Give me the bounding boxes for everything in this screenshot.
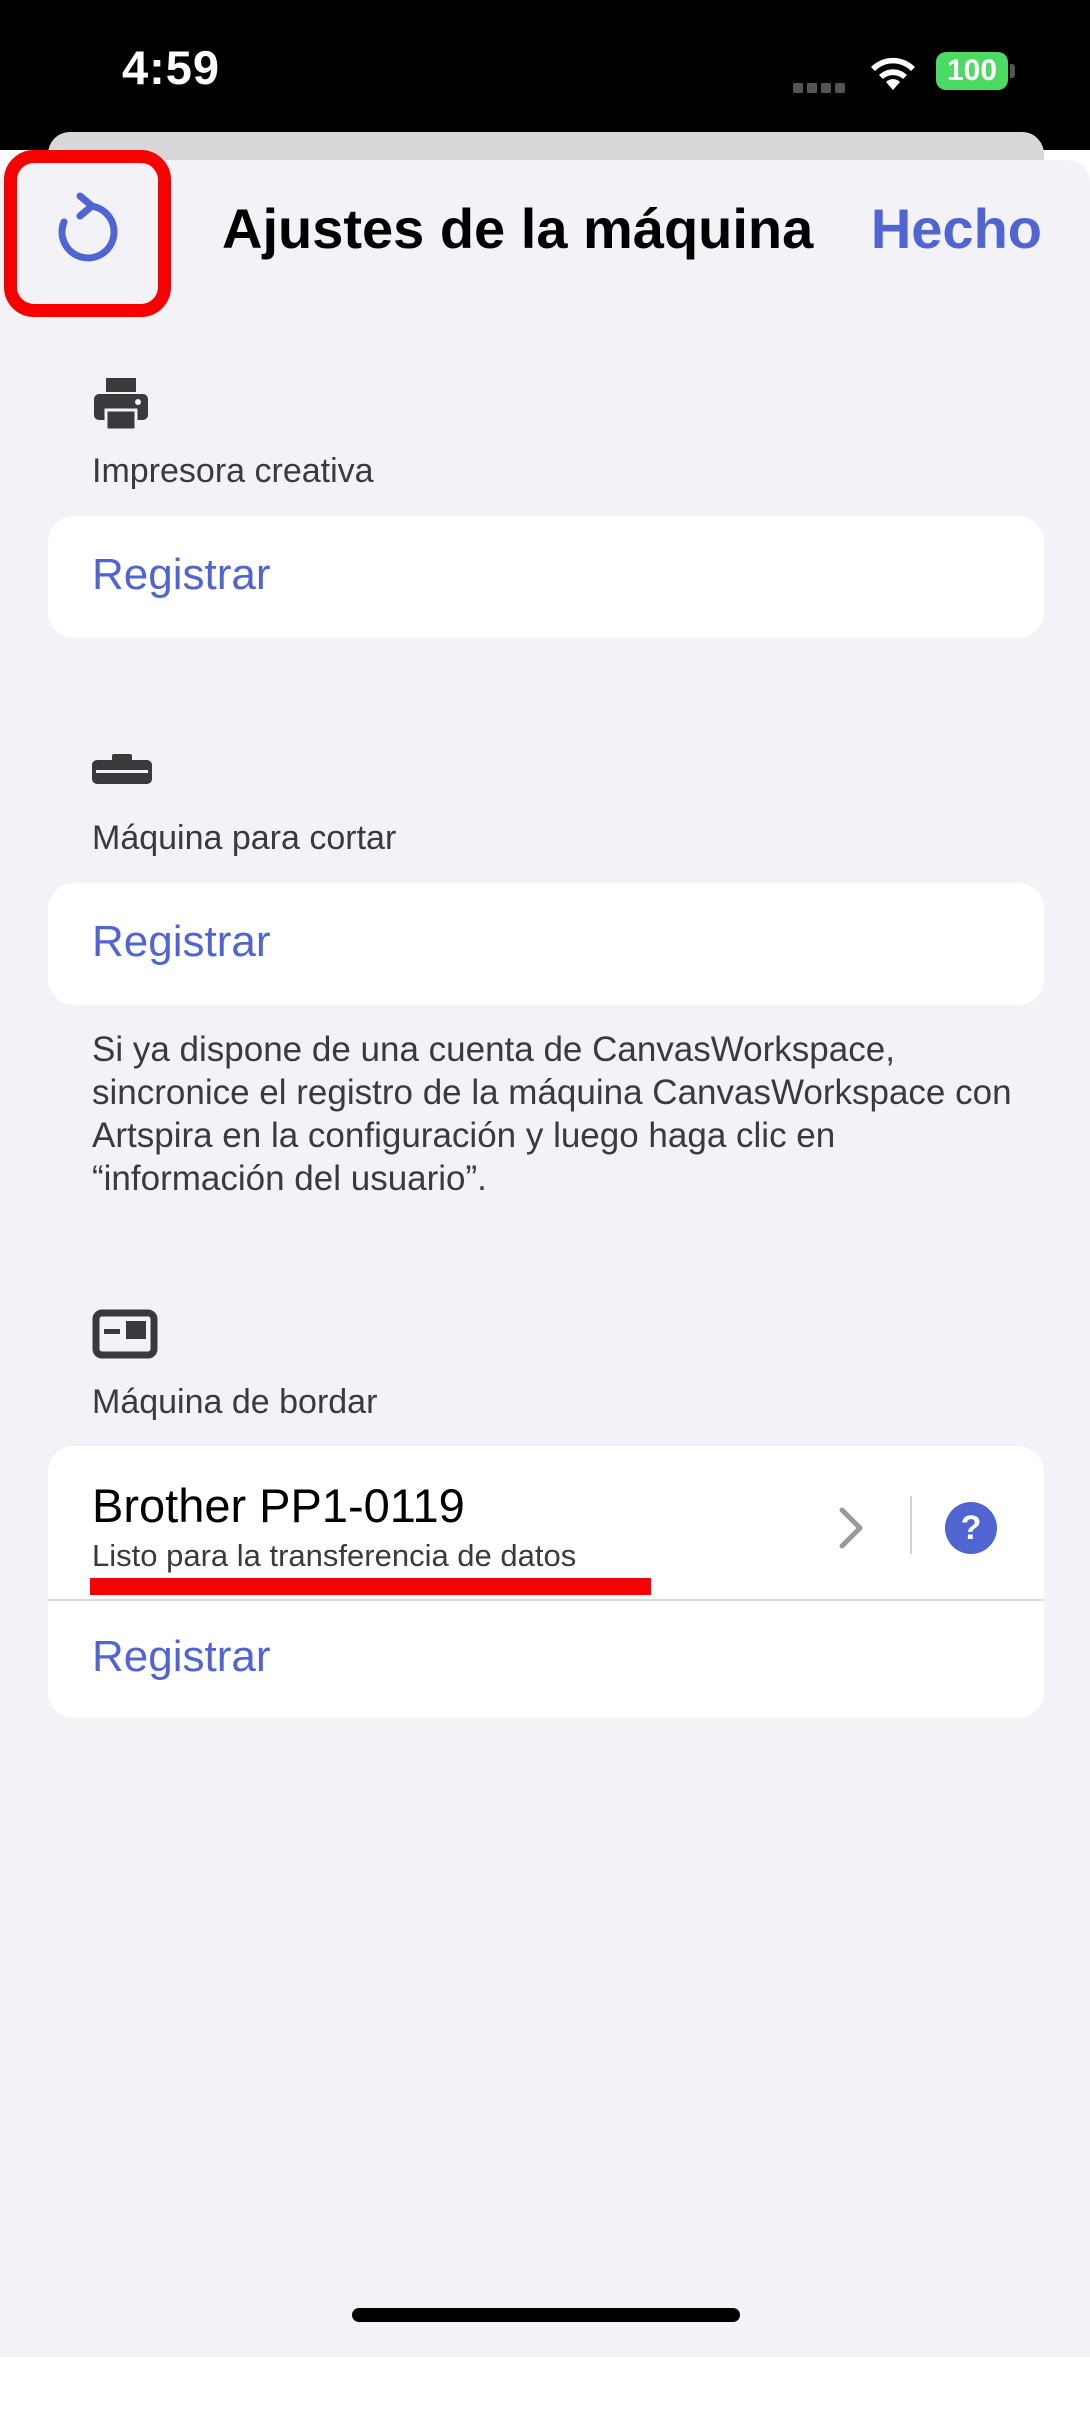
wifi-icon [871, 57, 915, 90]
register-embroidery-button[interactable]: Registrar [92, 1632, 271, 1682]
embroidery-card: Brother PP1-0119 Listo para la transfere… [48, 1446, 1044, 1718]
status-bar: 4:59 100 [0, 0, 1090, 150]
device-row[interactable]: Brother PP1-0119 Listo para la transfere… [48, 1446, 1044, 1599]
row-divider [48, 1599, 1044, 1601]
chevron-right-icon[interactable] [838, 1506, 866, 1550]
page-title: Ajustes de la máquina [222, 197, 814, 260]
cutter-card: Registrar [48, 883, 1044, 1005]
home-indicator[interactable] [352, 2308, 740, 2322]
section-label-printer: Impresora creativa [92, 452, 374, 490]
refresh-button-highlight [4, 150, 171, 317]
printer-icon [94, 378, 148, 432]
done-button[interactable]: Hecho [871, 196, 1042, 261]
help-icon[interactable]: ? [945, 1502, 997, 1554]
device-status: Listo para la transferencia de datos [92, 1538, 577, 1573]
section-label-cutter: Máquina para cortar [92, 819, 397, 857]
cutting-machine-icon [92, 754, 152, 784]
battery-tip [1010, 64, 1015, 78]
embroidery-machine-icon [92, 1309, 158, 1359]
cutter-note: Si ya dispone de una cuenta de CanvasWor… [92, 1030, 1012, 1198]
status-time: 4:59 [122, 41, 221, 94]
register-cutter-button[interactable]: Registrar [92, 917, 271, 967]
cellular-signal-icon [793, 80, 849, 93]
printer-card: Registrar [48, 516, 1044, 638]
section-label-embroidery: Máquina de bordar [92, 1383, 378, 1421]
vertical-divider [910, 1496, 912, 1554]
status-underline-annotation [90, 1578, 651, 1595]
register-printer-button[interactable]: Registrar [92, 550, 271, 600]
device-name: Brother PP1-0119 [92, 1479, 465, 1532]
battery-indicator: 100 [936, 52, 1008, 90]
